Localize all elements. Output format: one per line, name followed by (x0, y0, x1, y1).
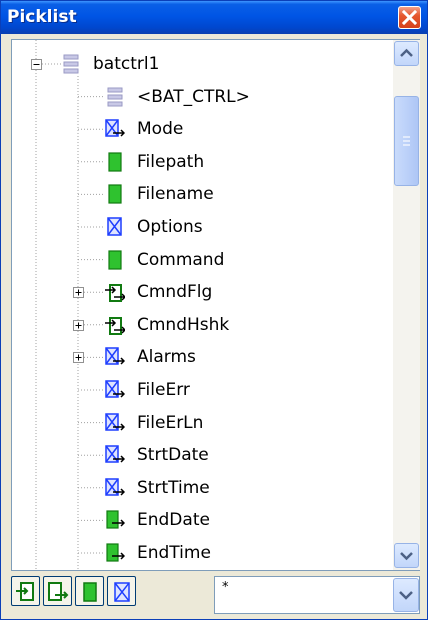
tree-node[interactable]: StrtDate (12, 439, 392, 471)
export-tag-button[interactable] (43, 576, 72, 606)
blue-cross-arrow-icon (105, 347, 125, 366)
tree-node[interactable]: Command (12, 244, 392, 276)
import-tag-button[interactable] (11, 576, 40, 606)
blue-cross-arrow-icon (105, 478, 125, 496)
tree-panel: batctrl1 <BAT_CTRL> Mode Filepath Filename Op… (11, 39, 420, 571)
blue-cross-arrow-icon (105, 445, 125, 463)
picklist-window: Picklist batctrl1 <BAT_CTRL> Mode Filepath F… (0, 0, 428, 620)
green-block-icon (108, 152, 122, 172)
tree-node[interactable]: StrtTime (12, 472, 392, 504)
tree-node-label: batctrl1 (93, 54, 160, 74)
tree-node[interactable]: EndTime (12, 537, 392, 569)
scroll-down-button[interactable] (394, 543, 419, 568)
expand-icon[interactable] (73, 319, 84, 331)
green-block-arrow-icon (106, 543, 125, 562)
struct-icon (107, 87, 123, 107)
blue-cross-arrow-icon (105, 380, 125, 398)
tree-node-label: Options (137, 217, 203, 237)
tree-node-label: FileErr (137, 380, 190, 400)
tree-root-node[interactable]: batctrl1 (12, 48, 392, 80)
collapse-icon[interactable] (31, 59, 42, 70)
green-block-filter-button[interactable] (75, 576, 104, 606)
green-block-icon (83, 582, 97, 602)
chevron-down-icon (399, 591, 413, 600)
scroll-up-button[interactable] (394, 41, 419, 66)
grip-icon (403, 136, 410, 146)
blue-cross-icon (107, 217, 122, 236)
chevron-up-icon (400, 48, 413, 57)
tree-node-label: Mode (137, 119, 184, 140)
filter-value[interactable]: * (222, 580, 229, 595)
tree-node-label: CmndHshk (137, 314, 230, 335)
tree-node[interactable]: Options (12, 211, 392, 243)
tree-node-label: CmndFlg (137, 282, 213, 303)
tree-node[interactable]: Filename (12, 178, 392, 210)
expand-icon[interactable] (73, 352, 84, 364)
tree-node[interactable]: Mode (12, 113, 392, 145)
tree-node-label: <BAT_CTRL> (137, 86, 250, 107)
title-bar[interactable]: Picklist (1, 1, 427, 34)
filter-combobox[interactable]: * (214, 576, 420, 614)
close-button[interactable] (398, 6, 421, 29)
blue-cross-arrow-icon (105, 412, 125, 431)
tree-node[interactable]: Filepath (12, 146, 392, 178)
tree-node-label: Alarms (137, 347, 196, 368)
struct-icon (63, 54, 79, 74)
green-block-icon (108, 249, 122, 270)
blue-cross-arrow-icon (105, 119, 125, 137)
vertical-scrollbar[interactable] (393, 40, 420, 570)
tree-node[interactable]: CmndHshk (12, 309, 392, 341)
green-block-icon (108, 184, 122, 204)
tree-node-label: StrtTime (137, 477, 210, 498)
tree-node-label: EndTime (137, 543, 211, 563)
tree-node[interactable]: <BAT_CTRL> (12, 81, 392, 113)
filter-dropdown-button[interactable] (393, 578, 419, 612)
tree-node[interactable]: FileErr (12, 374, 392, 406)
tag-tree[interactable]: batctrl1 <BAT_CTRL> Mode Filepath Filename Op… (12, 40, 392, 570)
tree-node[interactable]: FileErLn (12, 407, 392, 439)
green-block-arrow-icon (106, 510, 125, 529)
blue-cross-icon (114, 582, 130, 602)
tree-node[interactable]: CmndFlg (12, 276, 392, 308)
scroll-thumb[interactable] (394, 96, 419, 186)
blue-cross-filter-button[interactable] (107, 576, 136, 606)
expand-icon[interactable] (73, 287, 84, 299)
tree-node-label: EndDate (137, 510, 210, 531)
tree-node[interactable]: EndDate (12, 504, 392, 536)
arrow-out-box-icon (48, 582, 69, 601)
tree-node-label: Filepath (137, 151, 205, 172)
arrow-into-box-icon (16, 582, 34, 601)
tree-node-label: Command (137, 249, 225, 270)
tree-node-label: FileErLn (137, 412, 204, 433)
tree-node[interactable]: Alarms (12, 341, 392, 373)
green-double-arrow-icon (105, 316, 125, 335)
chevron-down-icon (400, 552, 413, 561)
close-icon (402, 10, 417, 25)
green-double-arrow-icon (105, 284, 125, 303)
window-title: Picklist (7, 7, 77, 27)
tree-node-label: Filename (137, 184, 214, 205)
bottom-toolbar: * (11, 576, 420, 614)
tree-node-label: StrtDate (137, 445, 209, 466)
